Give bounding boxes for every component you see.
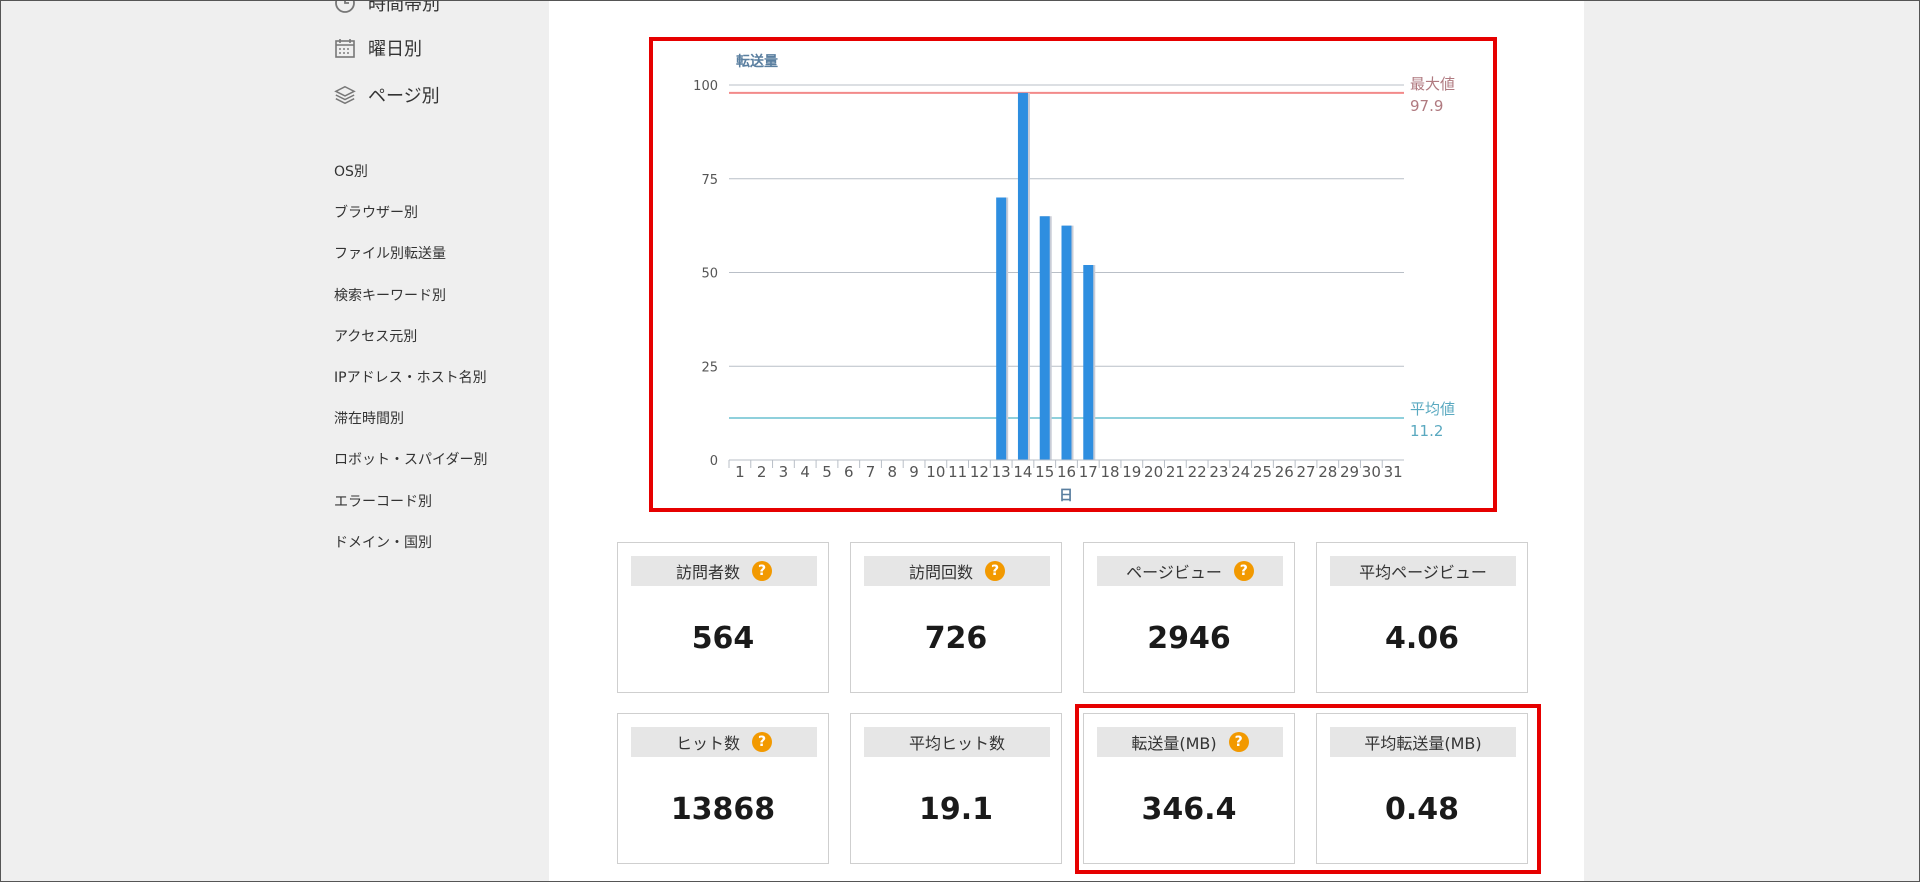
x-tick-label: 30 (1362, 463, 1381, 481)
stat-card-value: 19.1 (918, 792, 994, 827)
x-tick-label: 28 (1318, 463, 1337, 481)
x-tick-label: 22 (1188, 463, 1207, 481)
x-tick-label: 17 (1079, 463, 1098, 481)
x-tick-label: 3 (779, 463, 789, 481)
stat-card-label: ヒット数? (631, 727, 817, 757)
help-icon[interactable]: ? (1233, 561, 1254, 581)
stat-card-label-text: 平均ヒット数 (908, 734, 1005, 753)
x-tick-label: 13 (992, 463, 1011, 481)
y-axis-title: 転送量 (736, 53, 778, 70)
y-tick-label: 100 (693, 79, 718, 94)
stat-card-avg-pageviews: 平均ページビュー 4.06 (1316, 542, 1528, 693)
y-tick-label: 0 (710, 454, 718, 469)
stat-card-avg-hits: 平均ヒット数 19.1 (850, 713, 1062, 864)
y-tick-label: 75 (701, 173, 718, 188)
stat-card-label: 訪問回数? (864, 556, 1050, 586)
x-tick-label: 26 (1275, 463, 1294, 481)
stat-card-visits: 訪問回数? 726 (850, 542, 1062, 693)
reference-line-label: 平均値 (1410, 400, 1455, 418)
x-axis-title: 日 (1059, 488, 1073, 504)
bar (996, 197, 1007, 460)
stat-card-transfer: 転送量(MB)? 346.4 (1083, 713, 1295, 864)
stat-card-value: 564 (691, 621, 755, 656)
stat-card-label-text: ページビュー (1126, 563, 1222, 582)
bar (1017, 92, 1028, 460)
stat-card-label: ページビュー? (1097, 556, 1283, 586)
x-tick-label: 23 (1209, 463, 1228, 481)
stat-card-label: 転送量(MB)? (1097, 727, 1283, 757)
help-icon[interactable]: ? (752, 561, 772, 581)
x-tick-label: 2 (757, 463, 767, 481)
stat-card-label: 平均ページビュー (1330, 556, 1516, 586)
x-tick-label: 5 (822, 463, 832, 481)
x-tick-label: 20 (1144, 463, 1163, 481)
help-icon[interactable]: ? (985, 561, 1005, 581)
x-tick-label: 16 (1057, 463, 1076, 481)
help-icon[interactable]: ? (1228, 732, 1249, 752)
stat-card-label-text: 訪問回数 (908, 563, 973, 582)
stat-card-label-text: ヒット数 (675, 734, 740, 753)
x-tick-label: 1 (735, 463, 745, 481)
stat-card-visitors: 訪問者数? 564 (617, 542, 829, 693)
x-tick-label: 6 (844, 463, 854, 481)
x-tick-label: 4 (800, 463, 810, 481)
stat-card-label-text: 平均ページビュー (1359, 563, 1487, 582)
y-tick-label: 25 (701, 360, 718, 375)
x-tick-label: 24 (1231, 463, 1250, 481)
stat-card-label-text: 訪問者数 (675, 563, 740, 582)
stat-card-label-text: 転送量(MB) (1131, 734, 1217, 753)
x-tick-label: 19 (1122, 463, 1141, 481)
y-tick-label: 50 (701, 267, 718, 282)
stat-card-pageviews: ページビュー? 2946 (1083, 542, 1295, 693)
stat-card-value: 346.4 (1141, 792, 1237, 827)
x-tick-label: 10 (926, 463, 945, 481)
x-tick-label: 8 (888, 463, 898, 481)
stat-card-value: 726 (924, 621, 988, 656)
stat-card-avg-transfer: 平均転送量(MB) 0.48 (1316, 713, 1528, 864)
bar (1061, 225, 1072, 460)
stat-card-label: 訪問者数? (631, 556, 817, 586)
help-icon[interactable]: ? (752, 732, 772, 752)
x-tick-label: 15 (1035, 463, 1054, 481)
x-tick-label: 21 (1166, 463, 1185, 481)
stat-card-label: 平均ヒット数 (864, 727, 1050, 757)
x-tick-label: 29 (1340, 463, 1359, 481)
x-tick-label: 9 (909, 463, 919, 481)
stat-card-label-text: 平均転送量(MB) (1364, 734, 1482, 753)
stat-card-value: 4.06 (1384, 621, 1460, 656)
reference-line-value: 97.9 (1410, 97, 1443, 115)
x-tick-label: 31 (1384, 463, 1403, 481)
reference-line-value: 11.2 (1410, 422, 1443, 440)
bar (1039, 216, 1050, 460)
x-tick-label: 7 (866, 463, 876, 481)
stat-card-value: 2946 (1147, 621, 1231, 656)
x-tick-label: 14 (1013, 463, 1032, 481)
x-tick-label: 27 (1296, 463, 1315, 481)
stat-card-value: 13868 (670, 792, 776, 827)
reference-line-label: 最大値 (1410, 75, 1455, 93)
stat-card-value: 0.48 (1384, 792, 1460, 827)
x-tick-label: 12 (970, 463, 989, 481)
stat-card-hits: ヒット数? 13868 (617, 713, 829, 864)
x-tick-label: 18 (1101, 463, 1120, 481)
x-tick-label: 11 (948, 463, 967, 481)
x-tick-label: 25 (1253, 463, 1272, 481)
stat-card-label: 平均転送量(MB) (1330, 727, 1516, 757)
bar (1083, 265, 1094, 460)
